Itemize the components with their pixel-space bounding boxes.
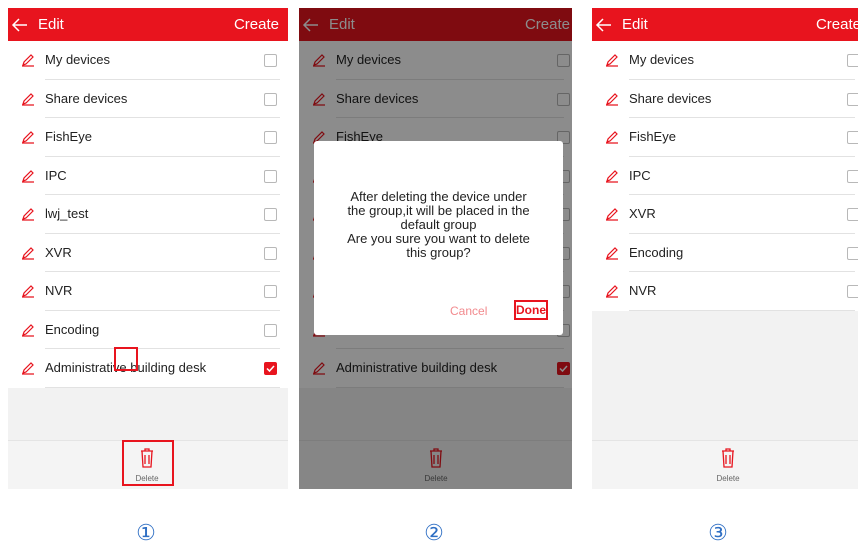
item-label: My devices bbox=[629, 52, 695, 67]
list-item[interactable]: NVR bbox=[8, 272, 288, 311]
list-item[interactable]: Share devices bbox=[8, 80, 288, 118]
select-checkbox[interactable] bbox=[847, 285, 858, 298]
item-label: Share devices bbox=[629, 90, 712, 106]
list-item[interactable]: NVR bbox=[592, 272, 858, 311]
select-checkbox[interactable] bbox=[264, 285, 277, 298]
screen-2: Edit Create My devices Share devices FishE… bbox=[299, 8, 572, 489]
pencil-icon[interactable] bbox=[605, 92, 619, 106]
item-label: NVR bbox=[45, 283, 73, 298]
item-label: XVR bbox=[629, 206, 656, 221]
divider bbox=[629, 309, 855, 311]
select-checkbox[interactable] bbox=[847, 92, 858, 106]
dialog-message: After deleting the device under the grou… bbox=[324, 190, 553, 260]
pencil-icon[interactable] bbox=[21, 361, 35, 375]
select-checkbox[interactable] bbox=[264, 169, 277, 183]
select-checkbox[interactable] bbox=[264, 208, 277, 221]
select-checkbox[interactable] bbox=[847, 169, 858, 183]
list-item[interactable]: Share devices bbox=[592, 80, 858, 118]
message-line: default group bbox=[400, 217, 477, 232]
group-list: My devices Share devices FishEye IPC lwj_tes… bbox=[8, 41, 288, 388]
message-line: After deleting the device under bbox=[350, 189, 527, 204]
list-item[interactable]: Encoding bbox=[592, 234, 858, 272]
list-item[interactable]: lwj_test bbox=[8, 195, 288, 234]
bottom-bar: Delete bbox=[592, 440, 858, 489]
step-label-2: ② bbox=[424, 520, 444, 545]
pencil-icon[interactable] bbox=[21, 246, 35, 260]
delete-label: Delete bbox=[716, 474, 740, 483]
pencil-icon[interactable] bbox=[605, 246, 619, 260]
item-label: Share devices bbox=[45, 90, 128, 106]
item-label: IPC bbox=[45, 167, 67, 183]
select-checkbox[interactable] bbox=[847, 246, 858, 260]
list-item[interactable]: FishEye bbox=[592, 118, 858, 157]
group-list: My devices Share devices FishEye IPC XVR Enco… bbox=[592, 41, 858, 311]
item-label: NVR bbox=[629, 283, 657, 298]
step-label-3: ③ bbox=[708, 520, 728, 545]
item-label: FishEye bbox=[45, 129, 92, 144]
list-item[interactable]: XVR bbox=[8, 234, 288, 272]
list-item[interactable]: My devices bbox=[592, 41, 858, 80]
pencil-icon[interactable] bbox=[21, 53, 35, 67]
divider bbox=[45, 386, 280, 388]
create-button[interactable]: Create bbox=[234, 16, 279, 33]
back-arrow-icon[interactable] bbox=[595, 16, 613, 34]
pencil-icon[interactable] bbox=[21, 130, 35, 144]
message-line: Are you sure you want to delete bbox=[347, 231, 530, 246]
select-checkbox[interactable] bbox=[264, 54, 277, 67]
screen-1: Edit Create My devices Share devices FishE… bbox=[8, 8, 288, 489]
item-label: lwj_test bbox=[45, 206, 89, 221]
item-label: FishEye bbox=[629, 129, 676, 144]
create-button[interactable]: Create bbox=[816, 16, 858, 33]
item-label: XVR bbox=[45, 244, 72, 260]
list-item[interactable]: My devices bbox=[8, 41, 288, 80]
select-checkbox[interactable] bbox=[847, 54, 858, 67]
confirm-dialog: After deleting the device under the grou… bbox=[314, 141, 563, 335]
header: Edit Create bbox=[8, 8, 288, 41]
list-item[interactable]: IPC bbox=[592, 157, 858, 195]
list-item[interactable]: Administrative building desk bbox=[8, 349, 288, 388]
cancel-button[interactable]: Cancel bbox=[450, 304, 487, 318]
page-title: Edit bbox=[38, 16, 64, 33]
select-checkbox[interactable] bbox=[847, 131, 858, 144]
checkbox-highlight bbox=[114, 347, 138, 371]
checkmark-icon bbox=[266, 365, 275, 373]
pencil-icon[interactable] bbox=[605, 53, 619, 67]
trash-icon bbox=[722, 448, 734, 468]
list-item[interactable]: IPC bbox=[8, 157, 288, 195]
item-label: My devices bbox=[45, 52, 111, 67]
screen-3: Edit Create My devices Share devices FishE… bbox=[592, 8, 858, 489]
message-line: this group? bbox=[406, 245, 471, 260]
pencil-icon[interactable] bbox=[605, 169, 619, 183]
done-button[interactable]: Done bbox=[514, 300, 548, 320]
pencil-icon[interactable] bbox=[605, 130, 619, 144]
message-line: the group,it will be placed in the bbox=[347, 203, 530, 218]
pencil-icon[interactable] bbox=[21, 284, 35, 298]
delete-highlight bbox=[122, 440, 174, 486]
select-checkbox[interactable] bbox=[264, 131, 277, 144]
pencil-icon[interactable] bbox=[21, 92, 35, 106]
select-checkbox[interactable] bbox=[264, 246, 277, 260]
delete-button[interactable]: Delete bbox=[708, 446, 748, 484]
page-title: Edit bbox=[622, 16, 648, 33]
select-checkbox[interactable] bbox=[847, 208, 858, 221]
select-checkbox[interactable] bbox=[264, 362, 277, 375]
pencil-icon[interactable] bbox=[21, 207, 35, 221]
list-item[interactable]: FishEye bbox=[8, 118, 288, 157]
back-arrow-icon[interactable] bbox=[11, 16, 29, 34]
pencil-icon[interactable] bbox=[605, 284, 619, 298]
select-checkbox[interactable] bbox=[264, 323, 277, 337]
pencil-icon[interactable] bbox=[605, 207, 619, 221]
item-label: Encoding bbox=[45, 321, 100, 337]
item-label: IPC bbox=[629, 167, 651, 183]
pencil-icon[interactable] bbox=[21, 323, 35, 337]
item-label: Encoding bbox=[629, 244, 684, 260]
step-label-1: ① bbox=[136, 520, 156, 545]
header: Edit Create bbox=[592, 8, 858, 41]
list-item[interactable]: XVR bbox=[592, 195, 858, 234]
list-item[interactable]: Encoding bbox=[8, 311, 288, 349]
select-checkbox[interactable] bbox=[264, 92, 277, 106]
pencil-icon[interactable] bbox=[21, 169, 35, 183]
